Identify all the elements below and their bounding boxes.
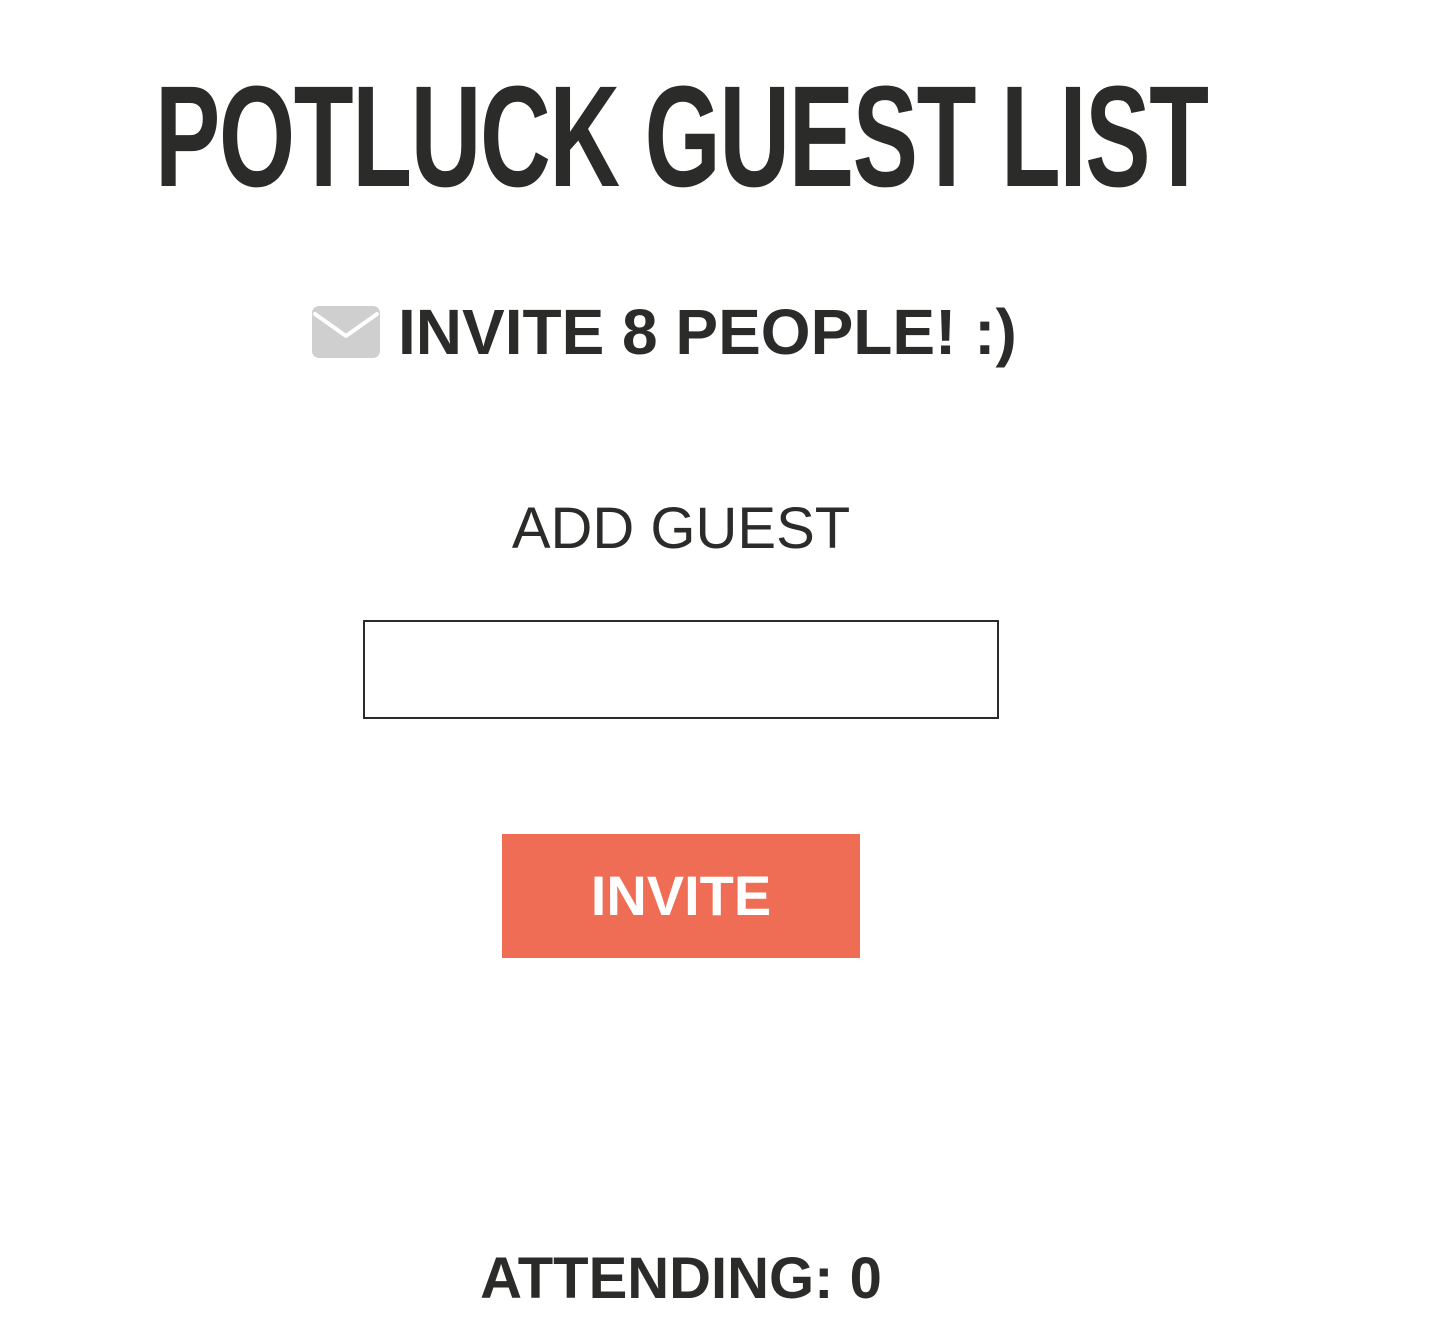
add-guest-label: ADD GUEST [511,496,851,561]
attending-count: ATTENDING: 0 [480,1246,882,1311]
page-title: POTLUCK GUEST LIST [155,56,1209,217]
invite-button[interactable]: INVITE [502,834,860,958]
invite-banner: INVITE 8 PEOPLE! :) [312,292,1017,372]
invite-count-text: INVITE 8 PEOPLE! :) [398,296,1017,368]
guest-name-input[interactable] [363,620,999,719]
envelope-icon [312,306,380,358]
